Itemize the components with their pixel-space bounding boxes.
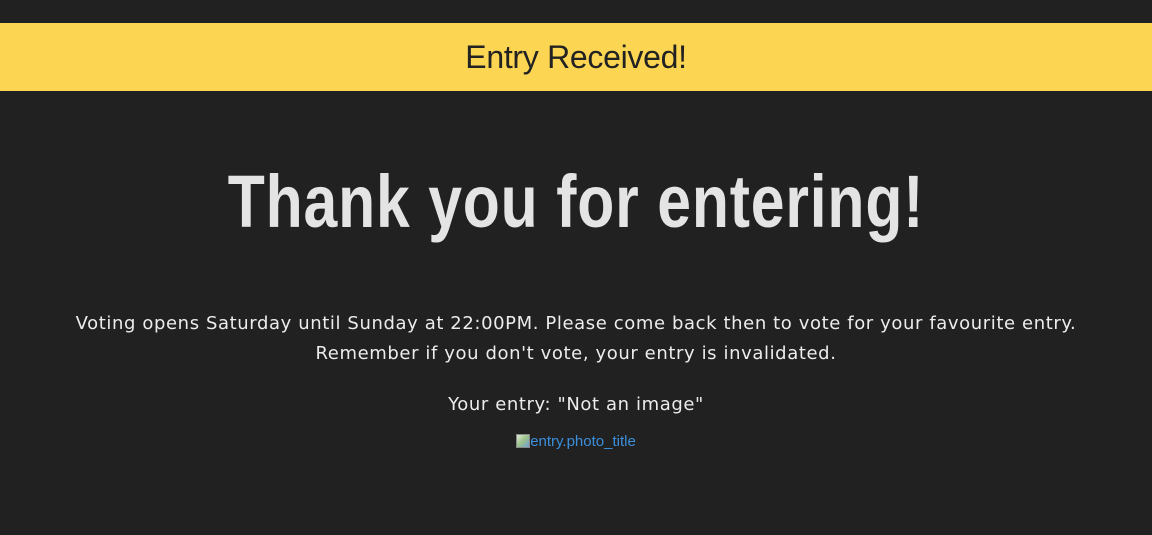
banner-title: Entry Received! (465, 38, 687, 75)
page-title: Thank you for entering! (227, 160, 925, 243)
entry-photo[interactable]: entry.photo_title (516, 433, 636, 451)
entry-received-banner: Entry Received! (0, 23, 1152, 91)
your-entry-label: Your entry: "Not an image" (448, 394, 704, 415)
voting-info-line-2: Remember if you don't vote, your entry i… (315, 343, 837, 364)
top-strip (0, 0, 1152, 23)
broken-image-icon (516, 434, 531, 448)
entry-photo-alt-text: entry.photo_title (530, 433, 636, 450)
voting-info-line-1: Voting opens Saturday until Sunday at 22… (75, 313, 1077, 334)
entry-photo-container: entry.photo_title (0, 433, 1152, 452)
voting-info: Voting opens Saturday until Sunday at 22… (0, 309, 1152, 369)
